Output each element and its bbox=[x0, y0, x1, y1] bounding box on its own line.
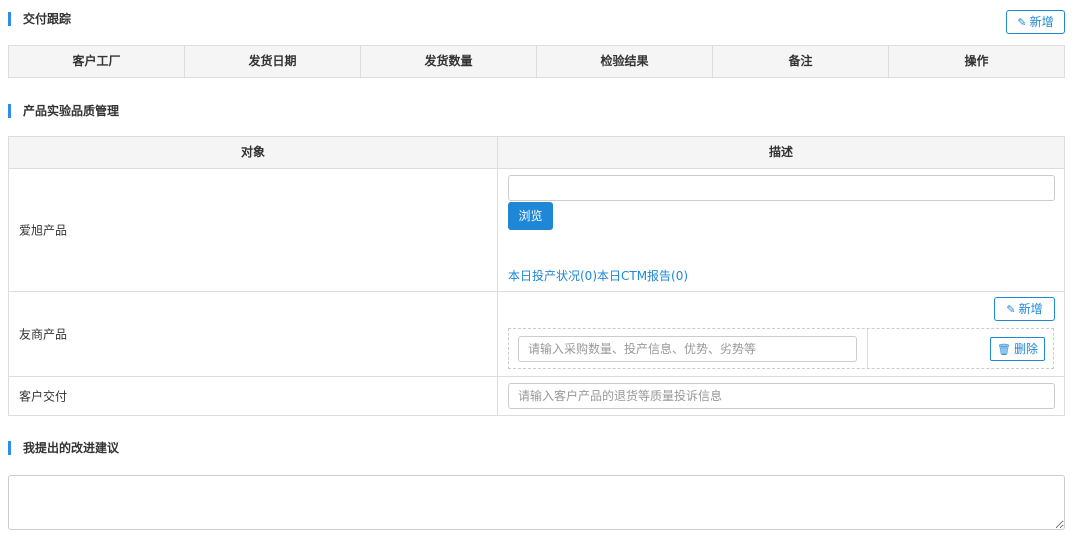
delivery-add-label: 新增 bbox=[1029, 15, 1054, 29]
delete-label: 删除 bbox=[1013, 342, 1038, 356]
header-object: 对象 bbox=[9, 137, 498, 168]
edit-icon: ✎ bbox=[1017, 16, 1027, 29]
column-actions: 操作 bbox=[964, 54, 989, 68]
edit-icon: ✎ bbox=[1006, 303, 1016, 316]
delivery-add-button[interactable]: ✎ 新增 bbox=[1006, 10, 1065, 34]
row-label-competitor: 友商产品 bbox=[19, 327, 68, 342]
row-label-customer: 客户交付 bbox=[19, 389, 68, 404]
row-label-aixu: 爱旭产品 bbox=[19, 223, 68, 238]
section-title-suggestions: 我提出的改进建议 bbox=[8, 441, 119, 455]
competitor-info-input[interactable]: 请输入采购数量、投产信息、优势、劣势等 bbox=[518, 336, 857, 362]
delivery-table-header: 客户工厂 发货日期 发货数量 检验结果 备注 操作 bbox=[8, 45, 1065, 78]
browse-button[interactable]: 浏览 bbox=[508, 202, 553, 230]
competitor-entry-row: 请输入采购数量、投产信息、优势、劣势等 🗑 删除 bbox=[508, 328, 1054, 369]
trash-icon: 🗑 bbox=[997, 343, 1011, 356]
column-inspection-result: 检验结果 bbox=[537, 46, 713, 77]
section-title-delivery: 交付跟踪 bbox=[8, 12, 71, 26]
delete-button[interactable]: 🗑 删除 bbox=[990, 337, 1045, 361]
row-customer-delivery: 客户交付 请输入客户产品的退货等质量投诉信息 bbox=[9, 377, 1064, 415]
competitor-add-button[interactable]: ✎ 新增 bbox=[994, 297, 1055, 321]
aixu-file-input[interactable] bbox=[508, 175, 1055, 201]
column-remarks: 备注 bbox=[713, 46, 889, 77]
suggestion-textarea[interactable] bbox=[8, 475, 1065, 530]
row-aixu-product: 爱旭产品 浏览 本日投产状况(0)本日CTM报告(0) bbox=[9, 169, 1064, 292]
quality-table: 对象 描述 爱旭产品 浏览 本日投产状况(0)本日CTM报告(0) 友商产品 ✎… bbox=[8, 136, 1065, 416]
header-description: 描述 bbox=[768, 145, 793, 159]
section-title-quality: 产品实验品质管理 bbox=[8, 104, 119, 118]
column-customer-factory: 客户工厂 bbox=[9, 46, 185, 77]
competitor-add-label: 新增 bbox=[1018, 302, 1043, 316]
quality-table-header: 对象 描述 bbox=[9, 137, 1064, 169]
daily-report-link[interactable]: 本日投产状况(0)本日CTM报告(0) bbox=[508, 267, 688, 284]
entry-divider bbox=[867, 329, 868, 368]
row-competitor-product: 友商产品 ✎ 新增 请输入采购数量、投产信息、优势、劣势等 🗑 删除 bbox=[9, 292, 1064, 377]
column-ship-quantity: 发货数量 bbox=[361, 46, 537, 77]
customer-complaint-input[interactable]: 请输入客户产品的退货等质量投诉信息 bbox=[508, 383, 1055, 409]
column-ship-date: 发货日期 bbox=[185, 46, 361, 77]
